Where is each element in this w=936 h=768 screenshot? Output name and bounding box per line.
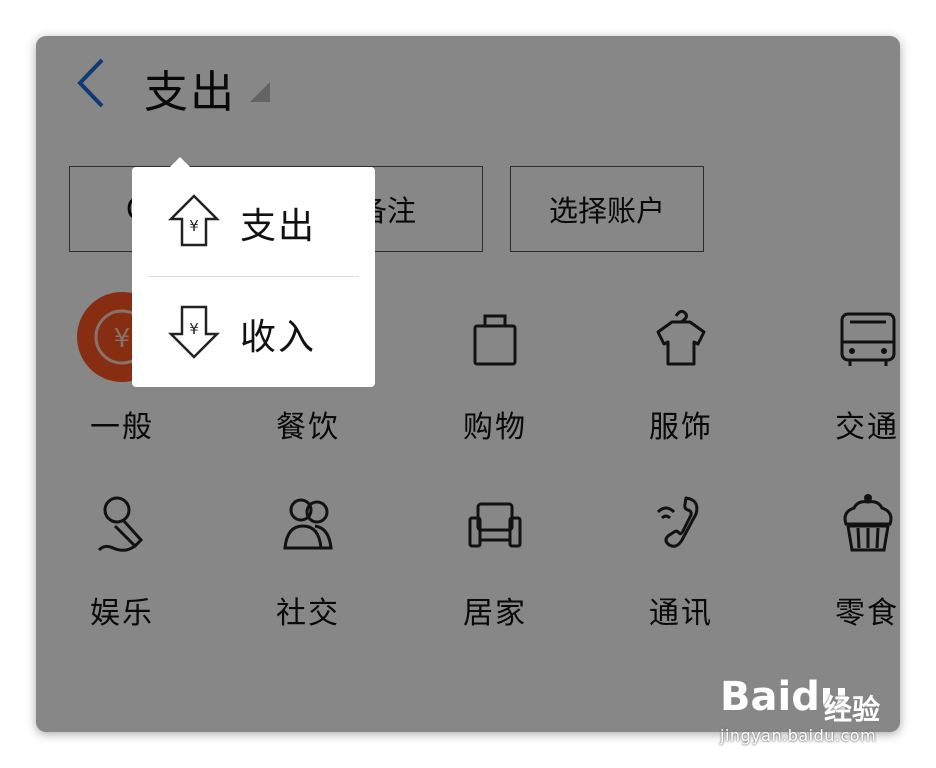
svg-text:¥: ¥: [189, 320, 199, 338]
app-screen: 支出 C 备注 选择账户 ¥ 一般 餐饮 购物: [36, 36, 900, 732]
menu-divider: [148, 276, 359, 277]
watermark-product: 经验: [824, 693, 881, 726]
menu-item-label: 收入: [240, 317, 317, 358]
baidu-jingyan-watermark: Baidu 经验 jingyan.baidu.com: [716, 668, 916, 748]
yen-down-arrow-icon: ¥: [168, 305, 220, 359]
svg-text:¥: ¥: [189, 217, 199, 235]
yen-up-arrow-icon: ¥: [168, 194, 220, 247]
menu-item-label: 支出: [240, 206, 317, 247]
type-popup-menu: ¥ 支出 ¥ 收入: [132, 167, 375, 387]
menu-item-expense[interactable]: ¥ 支出: [132, 167, 375, 275]
menu-item-income[interactable]: ¥ 收入: [132, 278, 375, 386]
watermark-url: jingyan.baidu.com: [720, 726, 877, 745]
